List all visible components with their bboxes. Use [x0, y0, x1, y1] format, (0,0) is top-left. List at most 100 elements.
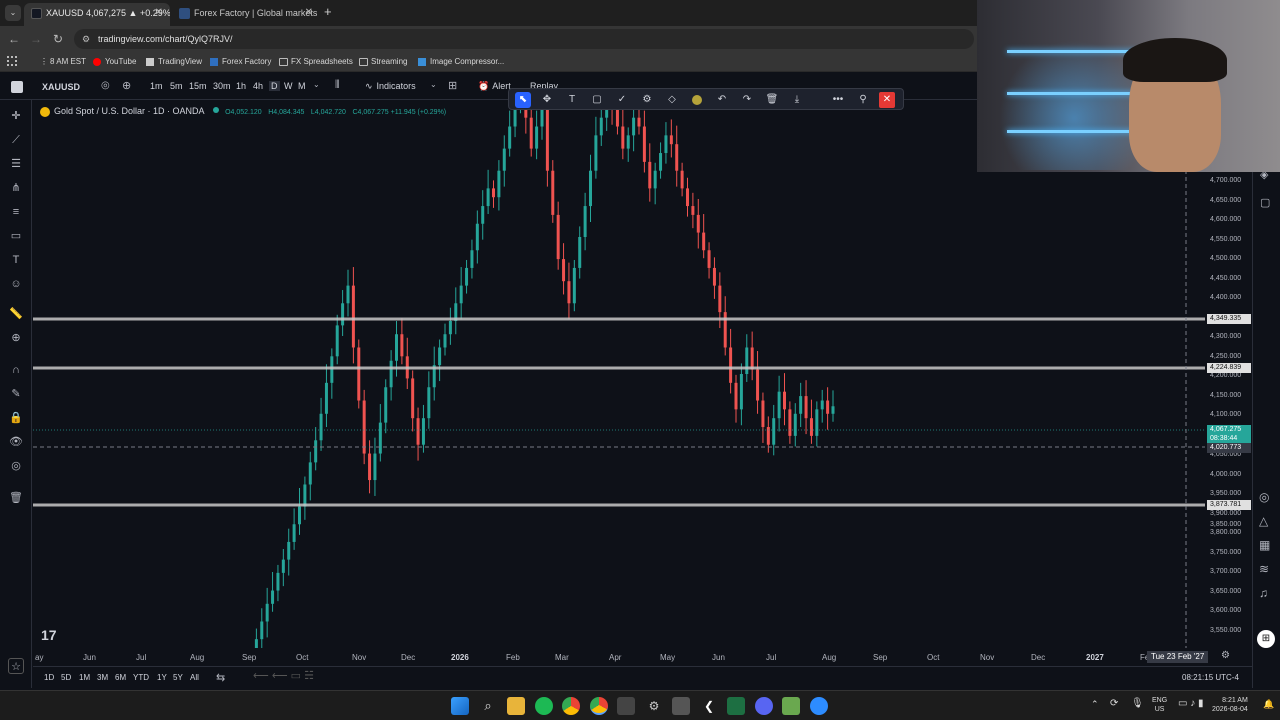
timeframe-m[interactable]: M: [298, 81, 306, 91]
stay-drawing-icon[interactable]: ✎: [8, 386, 24, 402]
range-1d[interactable]: 1D: [44, 673, 54, 682]
visibility-icon[interactable]: 👁: [8, 434, 24, 450]
drawing-toggle-icon[interactable]: ⟵ ⟵ ▭ ☵: [253, 669, 314, 682]
timeframe-30m[interactable]: 30m: [213, 81, 231, 91]
tab-tradingview[interactable]: XAUUSD 4,067,275 ▲ +0.29% · ✕: [24, 3, 170, 26]
compare-icon[interactable]: ◎: [101, 80, 110, 91]
zoom-icon[interactable]: ⊕: [8, 330, 24, 346]
file-explorer-icon[interactable]: [507, 697, 525, 715]
time-axis[interactable]: ay Jun Jul Aug Sep Oct Nov Dec 2026 Feb …: [33, 648, 1252, 666]
visibility-toggle-icon[interactable]: ⚲: [855, 92, 871, 108]
notifications-icon[interactable]: 🔔: [1263, 699, 1274, 710]
move-icon[interactable]: ✥: [539, 92, 555, 108]
language-indicator[interactable]: ENG US: [1152, 696, 1167, 714]
timeframe-4h[interactable]: 4h: [253, 81, 263, 91]
system-clock[interactable]: 8:21 AM 2026-08-04: [1212, 696, 1248, 714]
go-to-date-icon[interactable]: ⇆: [216, 671, 225, 684]
chrome-icon[interactable]: [562, 697, 580, 715]
chrome-profile-icon[interactable]: [590, 697, 608, 715]
timezone-settings-icon[interactable]: ⚙: [1221, 650, 1230, 661]
alert-button[interactable]: ⏰ Alert: [478, 81, 511, 92]
timeframe-d[interactable]: D: [269, 81, 280, 91]
text-tool-icon[interactable]: T: [8, 252, 24, 268]
tab-forex-factory[interactable]: Forex Factory | Global markets fo ✕: [172, 3, 320, 26]
utc-clock[interactable]: 08:21:15 UTC-4: [1182, 673, 1239, 682]
range-1m[interactable]: 1M: [79, 673, 90, 682]
add-symbol-icon[interactable]: ⊕: [122, 79, 131, 92]
bell-icon[interactable]: ♫: [1259, 586, 1268, 600]
zoom-app-icon[interactable]: [810, 697, 828, 715]
close-toolbar-icon[interactable]: ✕: [879, 92, 895, 108]
layouts-icon[interactable]: ⊞: [448, 79, 457, 92]
symbol-search[interactable]: XAUUSD ◎: [34, 79, 122, 96]
tab-list-icon[interactable]: ⌄: [5, 5, 21, 21]
chart-type-icon[interactable]: ⫴: [335, 79, 340, 92]
range-5y[interactable]: 5Y: [173, 673, 183, 682]
delete-icon[interactable]: 🗑: [764, 92, 780, 108]
grid-app-icon[interactable]: ⊞: [1257, 630, 1275, 648]
trash-icon[interactable]: 🗑: [8, 490, 24, 506]
frame-icon[interactable]: ▢: [589, 92, 605, 108]
favorites-star-icon[interactable]: ☆: [8, 658, 24, 674]
indicators-button[interactable]: ∿ Indicators: [365, 81, 416, 92]
download-icon[interactable]: ⤓: [789, 92, 805, 108]
select-cursor-icon[interactable]: ⬉: [515, 92, 531, 108]
apps-grid-icon[interactable]: [7, 56, 17, 66]
close-tab-icon[interactable]: ✕: [305, 3, 313, 23]
discord-icon[interactable]: [755, 697, 773, 715]
timeframe-5m[interactable]: 5m: [170, 81, 183, 91]
bookmark-8am[interactable]: ⋮ 8 AM EST: [38, 55, 86, 69]
horizontal-lines-icon[interactable]: ☰: [8, 156, 24, 172]
fib-retracement-icon[interactable]: ≡: [8, 204, 24, 220]
lock-icon[interactable]: 🔒: [8, 410, 24, 426]
price-chart[interactable]: 17: [33, 100, 1205, 648]
site-info-icon[interactable]: ⚙: [82, 29, 90, 49]
range-6m[interactable]: 6M: [115, 673, 126, 682]
target-icon[interactable]: ◎: [1259, 490, 1269, 504]
text-icon[interactable]: T: [564, 92, 580, 108]
new-tab-button[interactable]: +: [324, 4, 332, 19]
crosshair-icon[interactable]: ✛: [8, 108, 24, 124]
range-1y[interactable]: 1Y: [157, 673, 167, 682]
ruler-icon[interactable]: 📏: [8, 306, 24, 322]
rectangle-icon[interactable]: ▭: [8, 228, 24, 244]
timeframe-dropdown-icon[interactable]: ⌄: [313, 80, 320, 89]
tv-logo-icon[interactable]: [11, 81, 23, 93]
reload-icon[interactable]: ↻: [50, 31, 66, 47]
color-dot-icon[interactable]: [689, 92, 705, 108]
emoji-icon[interactable]: ☺: [8, 276, 24, 292]
excel-icon[interactable]: [727, 697, 745, 715]
calculator-icon[interactable]: [672, 697, 690, 715]
settings-gear-icon[interactable]: ⚙: [639, 92, 655, 108]
tray-app-icon[interactable]: ⟳: [1110, 698, 1118, 709]
bookmark-image-compressor[interactable]: Image Compressor...: [418, 55, 504, 69]
redo-icon[interactable]: ↷: [739, 92, 755, 108]
settings-icon[interactable]: ⚙: [645, 697, 663, 715]
more-options-icon[interactable]: •••: [830, 92, 846, 108]
bookmark-tradingview[interactable]: TradingView: [146, 55, 202, 69]
snipping-tool-icon[interactable]: [617, 697, 635, 715]
chat-icon[interactable]: ▢: [1260, 196, 1270, 209]
range-3m[interactable]: 3M: [97, 673, 108, 682]
object-tree-icon[interactable]: ◎: [8, 458, 24, 474]
price-axis[interactable]: 4,700.000 4,650.000 4,600.000 4,550.000 …: [1205, 100, 1252, 648]
app-green-icon[interactable]: [782, 697, 800, 715]
spotify-icon[interactable]: [535, 697, 553, 715]
triangle-icon[interactable]: △: [1259, 514, 1268, 528]
bookmark-fx-spreadsheets[interactable]: FX Spreadsheets: [279, 55, 353, 69]
close-tab-icon[interactable]: ✕: [155, 3, 163, 23]
range-ytd[interactable]: YTD: [133, 673, 149, 682]
windows-start-icon[interactable]: [451, 697, 469, 715]
capcut-icon[interactable]: ❮: [700, 697, 718, 715]
search-icon[interactable]: ⌕: [479, 697, 497, 715]
bookmark-forex-factory[interactable]: Forex Factory: [210, 55, 271, 69]
timeframe-w[interactable]: W: [284, 81, 293, 91]
range-all[interactable]: All: [190, 673, 199, 682]
eraser-icon[interactable]: ◇: [664, 92, 680, 108]
trend-line-icon[interactable]: ⟋: [8, 132, 24, 148]
templates-dropdown-icon[interactable]: ⌄: [430, 80, 437, 89]
back-icon[interactable]: ←: [6, 31, 22, 47]
url-field[interactable]: ⚙ tradingview.com/chart/QylQ7RJV/: [74, 29, 974, 49]
timeframe-1m[interactable]: 1m: [150, 81, 163, 91]
tray-overflow-icon[interactable]: ⌃: [1091, 699, 1099, 710]
